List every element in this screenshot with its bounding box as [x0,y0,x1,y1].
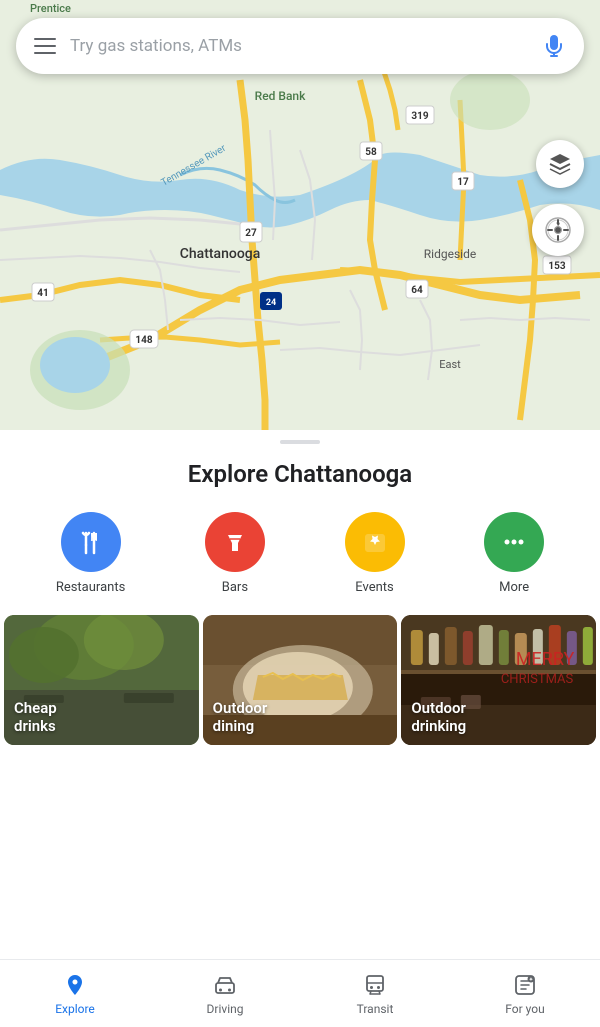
svg-text:Red Bank: Red Bank [255,89,306,103]
transit-nav-label: Transit [357,1002,394,1016]
svg-text:41: 41 [37,288,48,299]
more-icon-circle [484,512,544,572]
for-you-nav-label: For you [505,1002,544,1016]
svg-text:East: East [439,358,461,371]
outdoor-dining-label: Outdoordining [213,699,268,735]
transit-nav-icon [362,972,388,998]
bottom-sheet: Explore Chattanooga Restaurants [0,440,600,765]
nav-item-driving[interactable]: Driving [150,972,300,1016]
events-label: Events [355,580,393,595]
svg-text:Chattanooga: Chattanooga [180,246,261,262]
for-you-nav-icon: ✦ [512,972,538,998]
svg-text:64: 64 [411,285,423,296]
place-cards-row: Cheapdrinks Outdoordining [0,615,600,745]
category-more[interactable]: More [484,512,544,595]
restaurants-icon-circle [61,512,121,572]
category-bars[interactable]: Bars [205,512,265,595]
microphone-icon[interactable] [542,34,566,58]
more-label: More [499,580,529,595]
svg-text:58: 58 [365,147,377,158]
bars-icon-circle [205,512,265,572]
bottom-navigation: Explore Driving Transit [0,959,600,1027]
drag-handle[interactable] [280,440,320,444]
svg-text:✦: ✦ [529,977,533,983]
explore-nav-icon [62,972,88,998]
driving-nav-icon [212,972,238,998]
nav-item-for-you[interactable]: ✦ For you [450,972,600,1016]
svg-text:Ridgeside: Ridgeside [424,247,476,261]
search-bar[interactable]: Try gas stations, ATMs [16,18,584,74]
category-events[interactable]: Events [345,512,405,595]
nav-item-transit[interactable]: Transit [300,972,450,1016]
explore-nav-label: Explore [55,1002,95,1016]
search-input[interactable]: Try gas stations, ATMs [70,36,528,56]
category-restaurants[interactable]: Restaurants [56,512,125,595]
outdoor-dining-card[interactable]: Outdoordining [203,615,398,745]
cheap-drinks-card[interactable]: Cheapdrinks [4,615,199,745]
explore-title: Explore Chattanooga [0,460,600,488]
categories-row: Restaurants Bars Events [0,512,600,595]
nav-item-explore[interactable]: Explore [0,972,150,1016]
restaurants-label: Restaurants [56,580,125,595]
svg-text:Prentice: Prentice [30,2,71,15]
svg-text:CHRISTMAS: CHRISTMAS [501,672,574,687]
outdoor-drinking-label: Outdoordrinking [411,699,466,735]
svg-text:MERRY: MERRY [516,649,575,670]
hamburger-menu-icon[interactable] [34,38,56,54]
bars-label: Bars [222,580,248,595]
svg-text:319: 319 [411,111,428,122]
svg-text:17: 17 [457,177,469,188]
outdoor-drinking-card[interactable]: MERRY CHRISTMAS Outdoordrinking [401,615,596,745]
cheap-drinks-label: Cheapdrinks [14,699,57,735]
location-button[interactable]: ? [532,204,584,256]
svg-text:148: 148 [135,335,152,346]
driving-nav-label: Driving [207,1002,244,1016]
svg-text:27: 27 [245,228,257,239]
map-layers-button[interactable] [536,140,584,188]
events-icon-circle [345,512,405,572]
svg-text:24: 24 [266,298,276,308]
svg-text:153: 153 [548,261,565,272]
